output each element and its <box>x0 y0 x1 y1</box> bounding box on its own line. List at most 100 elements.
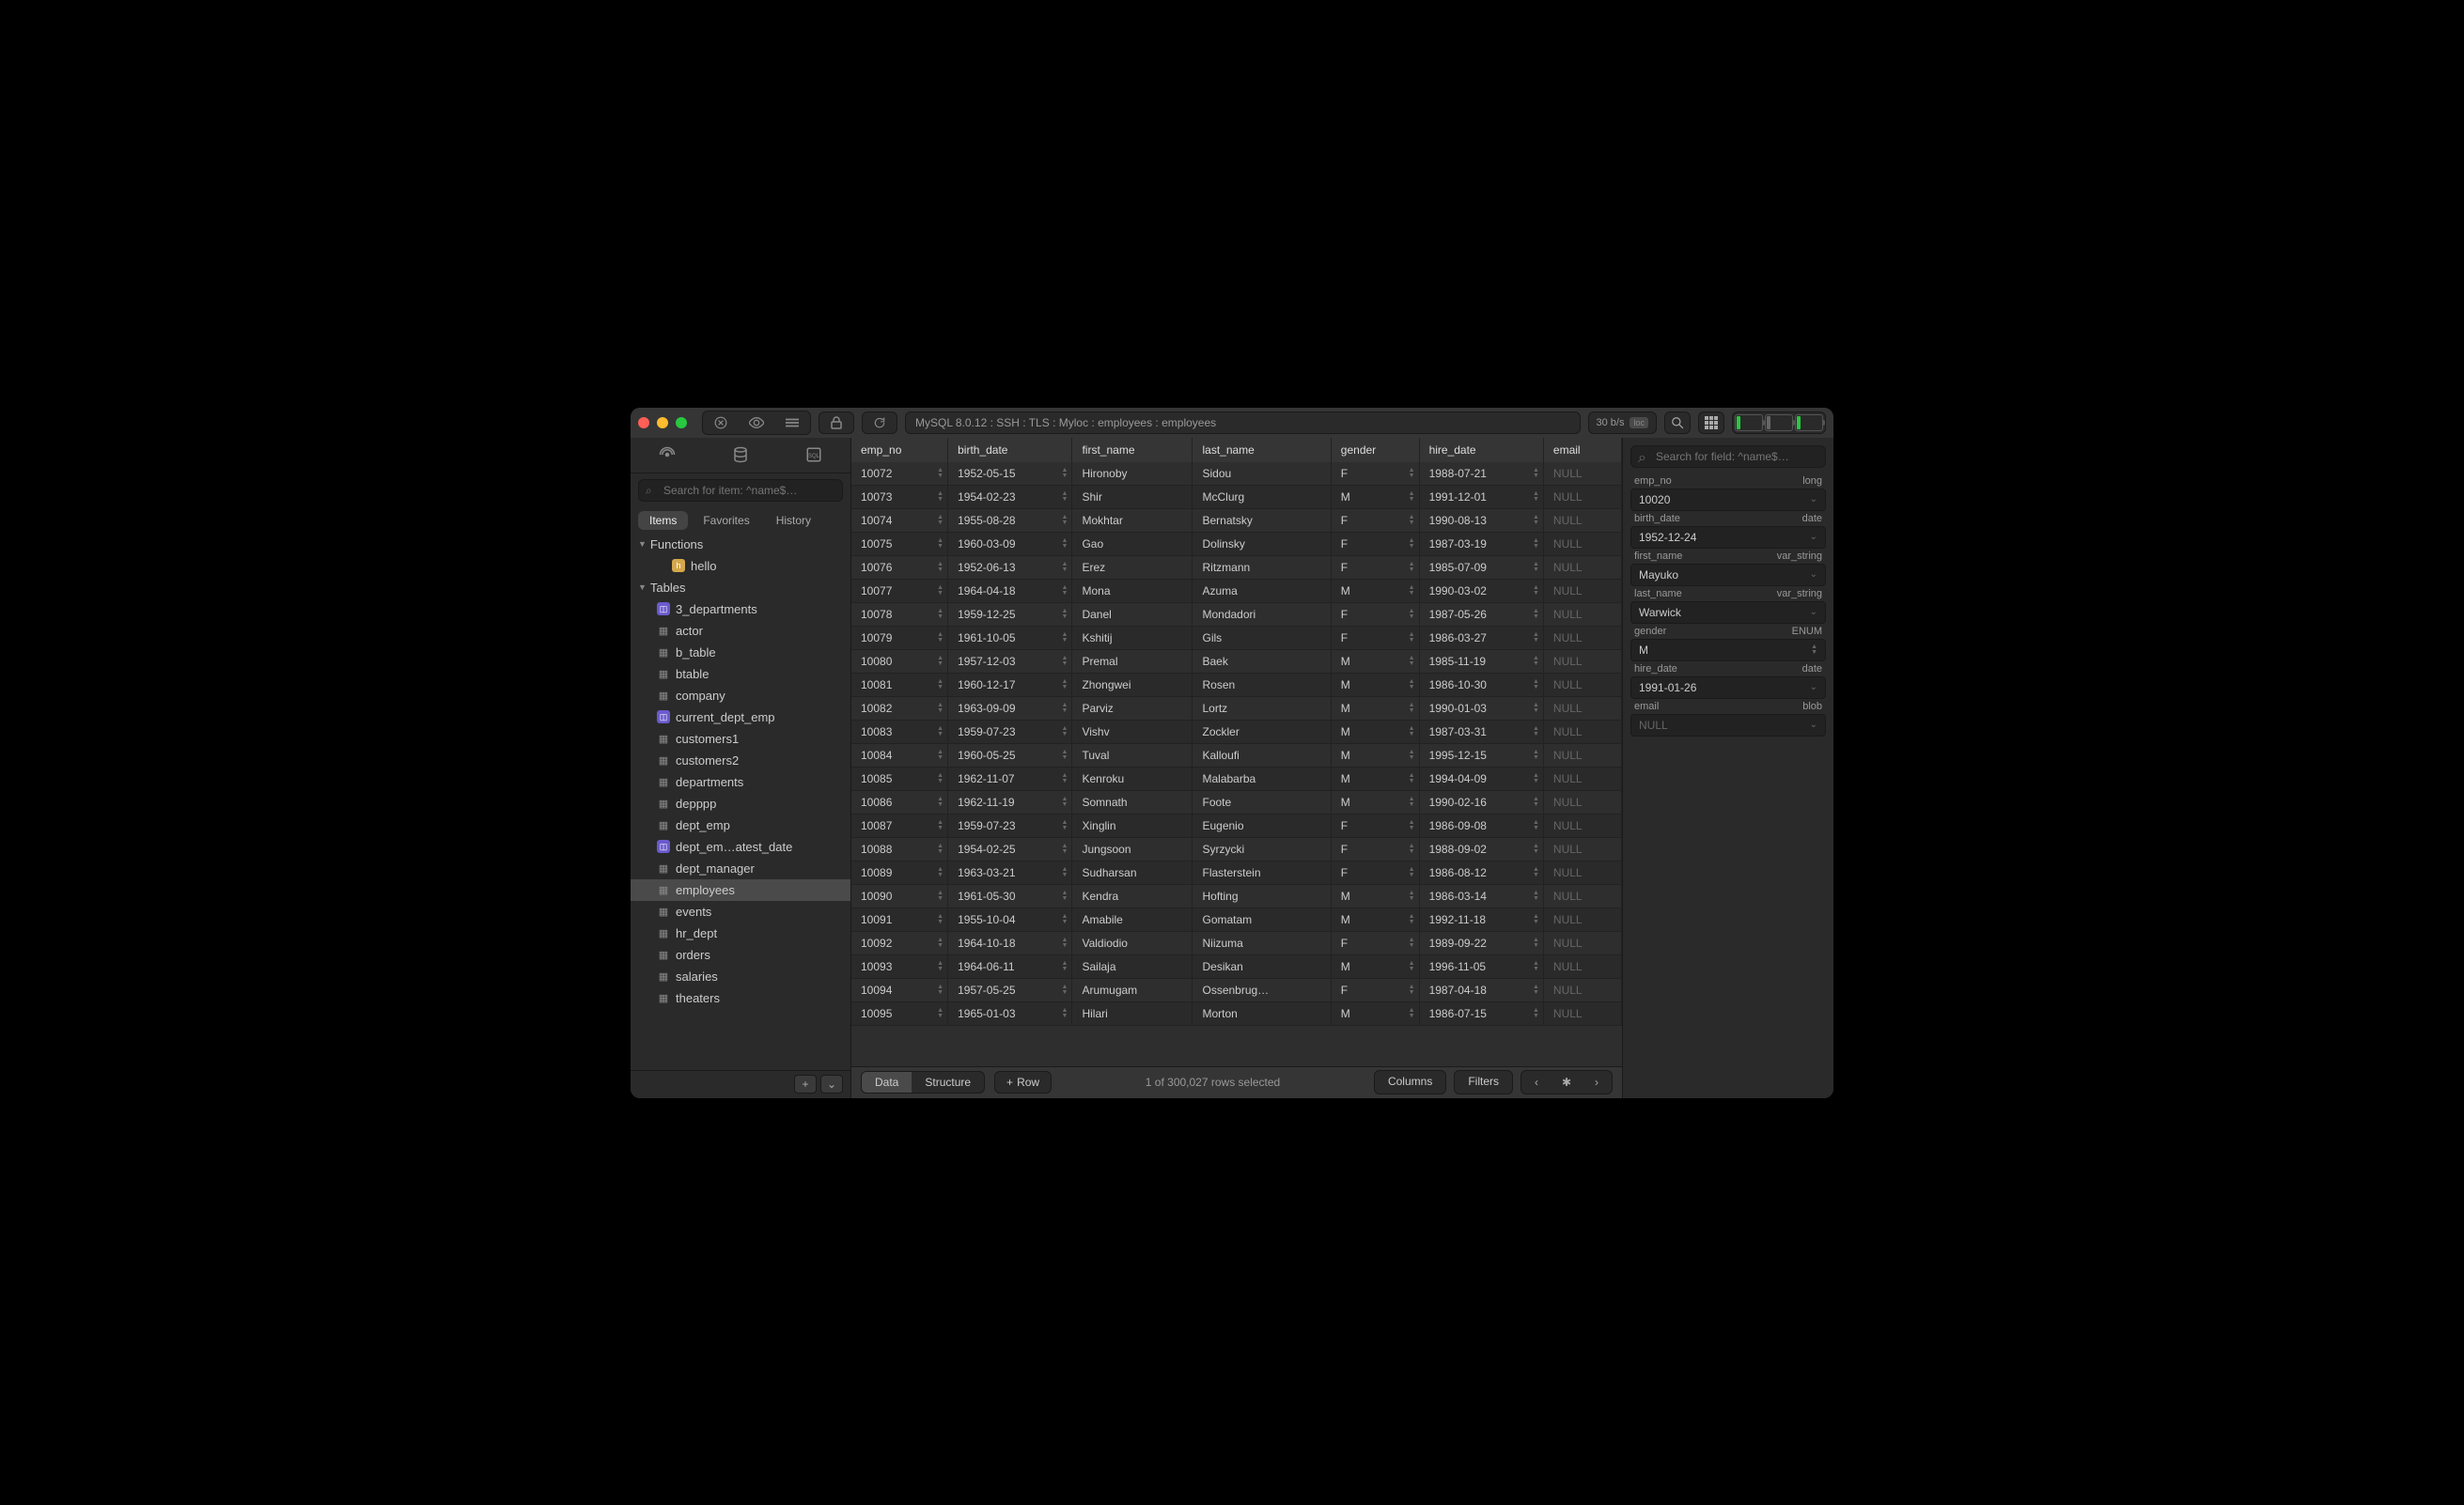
table-cell[interactable]: Flasterstein <box>1193 861 1331 884</box>
tree-item-table[interactable]: ▦customers2 <box>631 750 850 771</box>
table-cell[interactable]: 1986-07-15▲▼ <box>1419 1001 1543 1025</box>
table-cell[interactable]: Ossenbrug… <box>1193 978 1331 1001</box>
stepper-icon[interactable]: ▲▼ <box>1409 609 1415 620</box>
table-cell[interactable]: 1986-08-12▲▼ <box>1419 861 1543 884</box>
table-row[interactable]: 10080▲▼1957-12-03▲▼PremalBaekM▲▼1985-11-… <box>851 649 1622 673</box>
table-cell[interactable]: NULL <box>1543 743 1621 767</box>
table-cell[interactable]: 10094▲▼ <box>851 978 948 1001</box>
grid-button[interactable] <box>1698 411 1724 434</box>
table-cell[interactable]: 1988-07-21▲▼ <box>1419 462 1543 486</box>
stepper-icon[interactable]: ▲▼ <box>1533 703 1539 714</box>
sidebar-tab-sql[interactable]: SQL <box>777 438 850 473</box>
table-cell[interactable]: Hilari <box>1072 1001 1193 1025</box>
stepper-icon[interactable]: ▲▼ <box>1062 679 1068 690</box>
column-header[interactable]: email <box>1543 438 1621 462</box>
stepper-icon[interactable]: ▲▼ <box>937 773 943 784</box>
table-cell[interactable]: NULL <box>1543 649 1621 673</box>
stepper-icon[interactable]: ▲▼ <box>937 585 943 597</box>
add-item-button[interactable]: + <box>794 1075 817 1094</box>
table-row[interactable]: 10078▲▼1959-12-25▲▼DanelMondadoriF▲▼1987… <box>851 602 1622 626</box>
table-cell[interactable]: 1990-01-03▲▼ <box>1419 696 1543 720</box>
table-cell[interactable]: Zockler <box>1193 720 1331 743</box>
table-cell[interactable]: NULL <box>1543 884 1621 908</box>
table-cell[interactable]: Sailaja <box>1072 954 1193 978</box>
add-row-button[interactable]: +Row <box>994 1071 1052 1094</box>
table-cell[interactable]: 10084▲▼ <box>851 743 948 767</box>
table-cell[interactable]: 10082▲▼ <box>851 696 948 720</box>
next-page-button[interactable]: › <box>1582 1071 1612 1094</box>
table-cell[interactable]: Mona <box>1072 579 1193 602</box>
stepper-icon[interactable]: ▲▼ <box>1062 914 1068 925</box>
table-cell[interactable]: 10078▲▼ <box>851 602 948 626</box>
list-button[interactable] <box>774 411 810 434</box>
stepper-icon[interactable]: ▲▼ <box>1533 562 1539 573</box>
table-cell[interactable]: Desikan <box>1193 954 1331 978</box>
stepper-icon[interactable]: ▲▼ <box>1533 679 1539 690</box>
table-cell[interactable]: 1955-08-28▲▼ <box>948 508 1072 532</box>
table-cell[interactable]: NULL <box>1543 908 1621 931</box>
table-cell[interactable]: 1995-12-15▲▼ <box>1419 743 1543 767</box>
column-header[interactable]: last_name <box>1193 438 1331 462</box>
table-cell[interactable]: 10073▲▼ <box>851 485 948 508</box>
table-cell[interactable]: 10074▲▼ <box>851 508 948 532</box>
tree-item-table[interactable]: ▦btable <box>631 663 850 685</box>
table-cell[interactable]: 1960-03-09▲▼ <box>948 532 1072 555</box>
tab-structure[interactable]: Structure <box>912 1072 984 1093</box>
table-cell[interactable]: 1964-06-11▲▼ <box>948 954 1072 978</box>
stepper-icon[interactable]: ▲▼ <box>1409 515 1415 526</box>
table-cell[interactable]: M▲▼ <box>1331 696 1419 720</box>
table-cell[interactable]: Vishv <box>1072 720 1193 743</box>
stepper-icon[interactable]: ▲▼ <box>1533 632 1539 644</box>
table-cell[interactable]: 1987-05-26▲▼ <box>1419 602 1543 626</box>
table-cell[interactable]: Hironoby <box>1072 462 1193 486</box>
settings-button[interactable]: ✱ <box>1552 1071 1582 1094</box>
tree-item-table[interactable]: ◫3_departments <box>631 598 850 620</box>
stepper-icon[interactable]: ▲▼ <box>1062 797 1068 808</box>
field-value-input[interactable]: 1952-12-24⌄ <box>1630 526 1826 549</box>
table-cell[interactable]: Mokhtar <box>1072 508 1193 532</box>
tree-item-table[interactable]: ▦orders <box>631 944 850 966</box>
table-cell[interactable]: Kendra <box>1072 884 1193 908</box>
stepper-icon[interactable]: ▲▼ <box>937 656 943 667</box>
table-cell[interactable]: F▲▼ <box>1331 931 1419 954</box>
table-row[interactable]: 10090▲▼1961-05-30▲▼KendraHoftingM▲▼1986-… <box>851 884 1622 908</box>
column-header[interactable]: hire_date <box>1419 438 1543 462</box>
search-button[interactable] <box>1664 411 1691 434</box>
table-cell[interactable]: F▲▼ <box>1331 626 1419 649</box>
column-header[interactable]: gender <box>1331 438 1419 462</box>
table-cell[interactable]: Sidou <box>1193 462 1331 486</box>
sidebar-search-input[interactable] <box>638 479 843 502</box>
table-row[interactable]: 10085▲▼1962-11-07▲▼KenrokuMalabarbaM▲▼19… <box>851 767 1622 790</box>
stepper-icon[interactable]: ▲▼ <box>1409 938 1415 949</box>
stepper-icon[interactable]: ▲▼ <box>1409 773 1415 784</box>
table-cell[interactable]: M▲▼ <box>1331 673 1419 696</box>
stepper-icon[interactable]: ▲▼ <box>937 820 943 831</box>
disconnect-button[interactable] <box>703 411 739 434</box>
table-cell[interactable]: 1964-10-18▲▼ <box>948 931 1072 954</box>
tree-item-table[interactable]: ▦depppp <box>631 793 850 815</box>
table-cell[interactable]: F▲▼ <box>1331 508 1419 532</box>
lock-button[interactable] <box>819 411 854 434</box>
table-cell[interactable]: Rosen <box>1193 673 1331 696</box>
table-cell[interactable]: F▲▼ <box>1331 532 1419 555</box>
tree-item-table[interactable]: ▦employees <box>631 879 850 901</box>
table-cell[interactable]: M▲▼ <box>1331 1001 1419 1025</box>
table-cell[interactable]: NULL <box>1543 602 1621 626</box>
stepper-icon[interactable]: ▲▼ <box>937 938 943 949</box>
data-table[interactable]: emp_nobirth_datefirst_namelast_namegende… <box>851 438 1622 1066</box>
table-cell[interactable]: 1990-03-02▲▼ <box>1419 579 1543 602</box>
table-row[interactable]: 10083▲▼1959-07-23▲▼VishvZocklerM▲▼1987-0… <box>851 720 1622 743</box>
stepper-icon[interactable]: ▲▼ <box>1062 867 1068 878</box>
table-cell[interactable]: 1986-03-14▲▼ <box>1419 884 1543 908</box>
stepper-icon[interactable]: ▲▼ <box>1533 867 1539 878</box>
tree-item-table[interactable]: ▦theaters <box>631 987 850 1009</box>
stepper-icon[interactable]: ▲▼ <box>1062 726 1068 737</box>
table-cell[interactable]: 10095▲▼ <box>851 1001 948 1025</box>
table-cell[interactable]: 10085▲▼ <box>851 767 948 790</box>
stepper-icon[interactable]: ▲▼ <box>1409 703 1415 714</box>
stepper-icon[interactable]: ▲▼ <box>1062 1008 1068 1019</box>
table-cell[interactable]: Kenroku <box>1072 767 1193 790</box>
table-cell[interactable]: NULL <box>1543 673 1621 696</box>
stepper-icon[interactable]: ▲▼ <box>1409 1008 1415 1019</box>
stepper-icon[interactable]: ▲▼ <box>937 562 943 573</box>
